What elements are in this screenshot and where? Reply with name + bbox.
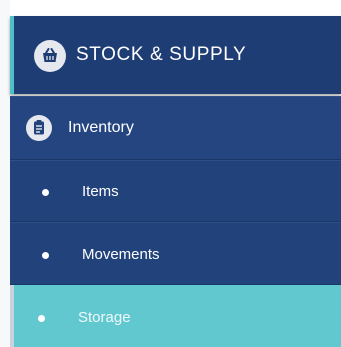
sidebar-item-label: Storage <box>78 309 131 326</box>
sidebar-item-label: Inventory <box>68 119 134 136</box>
basket-icon <box>34 40 66 72</box>
header-accent <box>10 16 14 94</box>
section-title: STOCK & SUPPLY <box>76 44 247 65</box>
section-header[interactable]: STOCK & SUPPLY <box>10 16 341 94</box>
left-gap <box>0 0 10 347</box>
sidebar-item-inventory[interactable]: Inventory <box>10 96 341 160</box>
bullet-icon <box>38 315 45 322</box>
sidebar-item-movements[interactable]: Movements <box>10 222 341 285</box>
sidebar-item-label: Items <box>82 183 119 200</box>
sidebar-item-label: Movements <box>82 246 160 263</box>
sidebar-menu: STOCK & SUPPLY Inventory Items Movements… <box>0 0 341 347</box>
clipboard-list-icon <box>26 115 52 141</box>
sidebar-item-items[interactable]: Items <box>10 160 341 222</box>
sidebar-item-storage[interactable]: Storage <box>14 285 341 347</box>
bullet-icon <box>42 252 49 259</box>
bullet-icon <box>42 189 49 196</box>
